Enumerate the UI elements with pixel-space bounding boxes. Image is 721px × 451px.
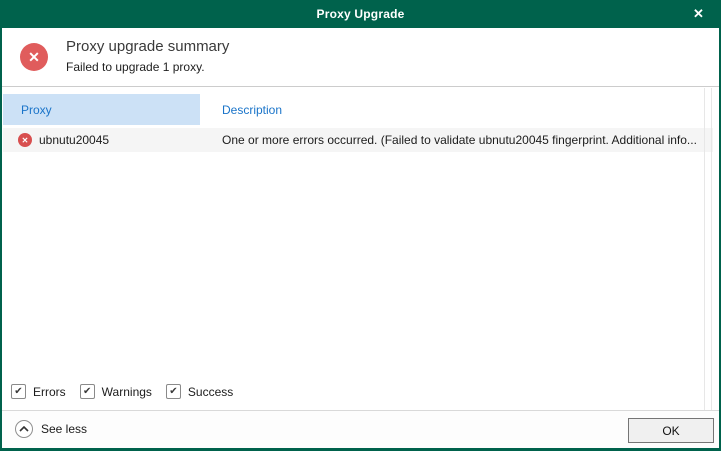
checkmark-icon: ✔ (169, 387, 177, 397)
filter-errors[interactable]: ✔ Errors (11, 384, 66, 399)
errors-checkbox[interactable]: ✔ (11, 384, 26, 399)
proxy-upgrade-dialog: Proxy Upgrade ✕ ✕ Proxy upgrade summary … (0, 0, 721, 451)
dialog-content: ✕ Proxy upgrade summary Failed to upgrad… (2, 28, 719, 448)
scrollbar-track[interactable] (704, 88, 712, 410)
success-checkbox[interactable]: ✔ (166, 384, 181, 399)
filter-success-label: Success (188, 385, 233, 399)
row-error-icon: ✕ (18, 133, 32, 147)
see-less-toggle[interactable]: See less (15, 420, 87, 438)
column-header-proxy[interactable]: Proxy (3, 94, 200, 125)
checkmark-icon: ✔ (83, 387, 91, 397)
row-description: One or more errors occurred. (Failed to … (222, 128, 699, 152)
ok-button[interactable]: OK (628, 418, 714, 443)
checkmark-icon: ✔ (14, 387, 22, 397)
filter-success[interactable]: ✔ Success (166, 384, 233, 399)
titlebar[interactable]: Proxy Upgrade ✕ (0, 0, 721, 28)
footer-bar: See less OK (2, 411, 719, 448)
chevron-up-icon (15, 420, 33, 438)
filter-errors-label: Errors (33, 385, 66, 399)
warnings-checkbox[interactable]: ✔ (80, 384, 95, 399)
close-icon[interactable]: ✕ (676, 0, 721, 28)
column-header-description[interactable]: Description (222, 94, 282, 125)
summary-header: ✕ Proxy upgrade summary Failed to upgrad… (2, 28, 719, 87)
filter-warnings-label: Warnings (102, 385, 152, 399)
summary-title: Proxy upgrade summary (66, 38, 229, 55)
error-circle-icon: ✕ (20, 43, 48, 71)
summary-subtitle: Failed to upgrade 1 proxy. (66, 60, 205, 74)
filter-warnings[interactable]: ✔ Warnings (80, 384, 152, 399)
table-row[interactable]: ✕ ubnutu20045 One or more errors occurre… (3, 128, 713, 152)
filter-checkboxes: ✔ Errors ✔ Warnings ✔ Success (11, 384, 247, 399)
see-less-label: See less (41, 422, 87, 436)
row-proxy-name: ubnutu20045 (39, 133, 109, 147)
window-title: Proxy Upgrade (317, 7, 405, 21)
